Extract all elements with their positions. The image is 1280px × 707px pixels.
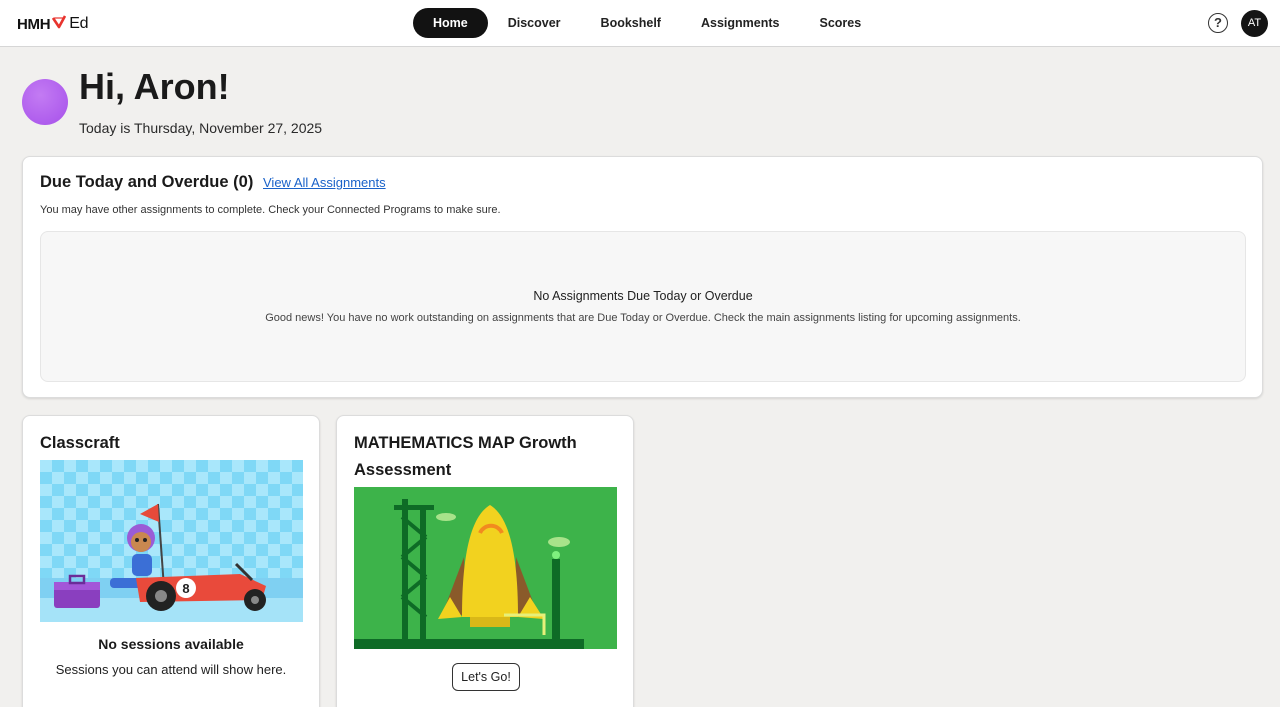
classcraft-title: Classcraft: [40, 434, 120, 452]
classcraft-status: No sessions available: [98, 636, 244, 652]
classcraft-illustration: 8: [40, 460, 303, 622]
nav-tab-assignments[interactable]: Assignments: [681, 8, 800, 38]
logo-checkmark-icon: [52, 15, 67, 33]
classcraft-card: Classcraft 8 No sessions available Sessi…: [22, 415, 320, 707]
due-today-card: Due Today and Overdue (0) View All Assig…: [22, 156, 1263, 398]
logo-suffix-text: Ed: [69, 15, 89, 32]
map-growth-title: MATHEMATICS MAP Growth Assessment: [354, 434, 577, 479]
empty-state-title: No Assignments Due Today or Overdue: [533, 289, 753, 303]
view-all-assignments-link[interactable]: View All Assignments: [263, 175, 386, 190]
greeting-date: Today is Thursday, November 27, 2025: [79, 120, 323, 136]
nav-tab-bookshelf[interactable]: Bookshelf: [581, 8, 681, 38]
greeting-title: Hi, Aron!: [79, 66, 230, 107]
top-nav-bar: HMH Ed Home Discover Bookshelf Assignmen…: [0, 0, 1280, 47]
empty-state-text: Good news! You have no work outstanding …: [265, 312, 1021, 324]
lets-go-button[interactable]: Let's Go!: [452, 663, 520, 691]
user-avatar-button[interactable]: AT: [1241, 10, 1268, 37]
classcraft-status-text: Sessions you can attend will show here.: [55, 662, 287, 677]
empty-state-box: No Assignments Due Today or Overdue Good…: [40, 231, 1246, 382]
main-nav: Home Discover Bookshelf Assignments Scor…: [413, 8, 881, 38]
nav-tab-discover[interactable]: Discover: [488, 8, 581, 38]
due-card-subtitle: You may have other assignments to comple…: [40, 204, 501, 216]
nav-tab-home[interactable]: Home: [413, 8, 488, 38]
help-icon[interactable]: ?: [1208, 13, 1228, 33]
due-card-title: Due Today and Overdue (0): [40, 173, 254, 191]
map-growth-card: MATHEMATICS MAP Growth Assessment Let's …: [336, 415, 634, 707]
rocket-launch-illustration: [354, 487, 617, 649]
logo-brand-text: HMH: [17, 15, 51, 33]
nav-tab-scores[interactable]: Scores: [799, 8, 881, 38]
student-avatar: [22, 79, 68, 125]
kart-number: 8: [182, 581, 189, 596]
hmh-ed-logo[interactable]: HMH Ed: [17, 14, 89, 34]
